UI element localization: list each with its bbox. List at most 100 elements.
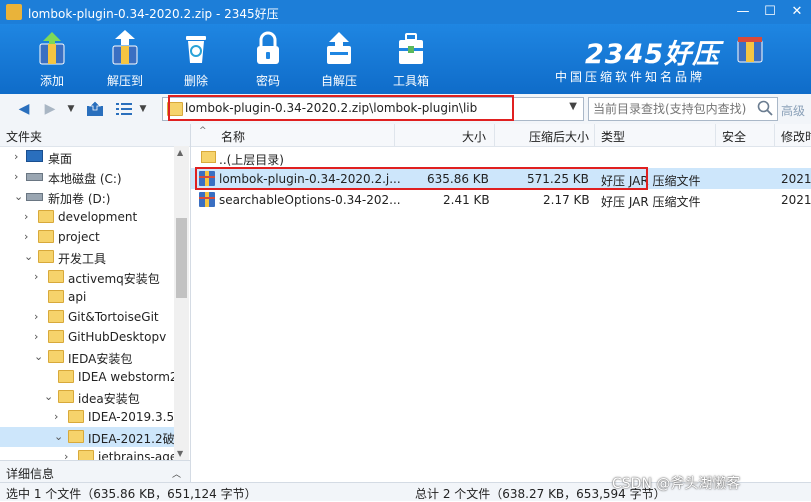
column-type[interactable]: 类型 [595,124,716,146]
folder-tree-header: 文件夹 [0,124,190,147]
scroll-up-icon[interactable]: ▲ [177,148,183,157]
folder-icon [38,250,54,263]
desktop-icon [26,150,43,162]
lock-icon [257,31,279,64]
tree-item-drive-d[interactable]: ⌄ 新加卷 (D:) [0,187,174,207]
close-button[interactable]: ✕ [783,2,811,22]
expand-arrow-icon[interactable]: › [54,410,58,423]
folder-icon [167,102,183,116]
column-packed-size[interactable]: 压缩后大小 [495,124,595,146]
folder-tree-pane: 文件夹 › 桌面 › 本地磁盘 (C:) ⌄ 新加卷 (D:) › develo… [0,124,191,460]
tree-item-dev-tools[interactable]: ⌄ 开发工具 [0,247,174,267]
file-row-parent[interactable]: ..(上层目录) [191,147,811,168]
expand-arrow-icon[interactable]: › [24,230,28,243]
brand-slogan: 中国压缩软件知名品牌 [555,70,706,84]
tree-item-api[interactable]: api [0,287,174,307]
tree-item-idea-2019[interactable]: › IDEA-2019.3.5i [0,407,177,427]
folder-icon [38,230,54,243]
collapse-arrow-icon[interactable]: ⌄ [54,430,63,443]
expand-arrow-icon[interactable]: › [34,330,38,343]
tree-item-jetbrains-agent[interactable]: › jetbrains-age [0,447,177,460]
expand-arrow-icon[interactable]: › [34,310,38,323]
folder-icon [48,330,64,343]
collapse-arrow-icon[interactable]: ⌄ [14,190,23,203]
tree-item-activemq[interactable]: › activemq安装包 [0,267,174,287]
chevron-up-icon[interactable]: ︿ [172,467,181,480]
tree-item-desktop[interactable]: › 桌面 [0,147,174,167]
brand-box-icon [737,37,763,63]
folder-icon [48,270,64,283]
folder-icon [58,370,74,383]
folder-icon [58,390,74,403]
expand-arrow-icon[interactable]: › [14,170,18,183]
self-extract-icon [327,32,351,64]
address-bar: ◀ ▶ ▼ ▼ lombok-plugin-0.34-2020.2.zip\lo… [0,94,811,125]
collapse-arrow-icon[interactable]: ⌄ [44,390,53,403]
folder-icon [38,210,54,223]
expand-arrow-icon[interactable]: › [14,150,18,163]
history-dropdown-icon[interactable]: ▼ [64,98,78,120]
tree-item-ieda[interactable]: ⌄ IEDA安装包 [0,347,174,367]
forward-arrow-icon[interactable]: ▶ [40,98,60,120]
scroll-down-icon[interactable]: ▼ [177,449,183,458]
collapse-arrow-icon[interactable]: ⌄ [24,250,33,263]
folder-icon [48,290,64,303]
column-security[interactable]: 安全 [716,124,775,146]
expand-arrow-icon[interactable]: › [64,450,68,460]
extract-icon [112,30,138,65]
advanced-search-link[interactable]: 高级 [781,102,805,119]
column-modified[interactable]: 修改时 [775,124,811,146]
search-box[interactable] [588,97,778,121]
jar-archive-icon [199,192,215,207]
maximize-button[interactable]: ☐ [756,2,784,22]
tree-item-githubdesktop[interactable]: › GitHubDesktopv [0,327,174,347]
tree-scrollbar[interactable]: ▲ ▼ [174,146,189,460]
tree-item-drive-c[interactable]: › 本地磁盘 (C:) [0,167,174,187]
up-folder-icon[interactable] [86,101,104,117]
tree-item-git[interactable]: › Git&TortoiseGit [0,307,174,327]
brand-area: 2345好压 中国压缩软件知名品牌 [555,32,785,90]
toolbox-icon [399,33,423,64]
folder-icon [48,350,64,363]
file-row-searchable[interactable]: searchableOptions-0.34-202... 2.41 KB 2.… [191,189,811,210]
search-icon[interactable] [757,100,773,116]
scrollbar-thumb[interactable] [176,218,187,298]
collapse-arrow-icon[interactable]: ⌄ [34,350,43,363]
column-size[interactable]: 大小 [395,124,495,146]
address-path: lombok-plugin-0.34-2020.2.zip\lombok-plu… [185,101,478,115]
sort-up-icon: ^ [199,126,207,136]
extract-to-button[interactable]: 解压到 [93,28,157,90]
delete-button[interactable]: 删除 [164,28,228,90]
trash-icon [186,36,206,63]
view-list-icon[interactable] [116,102,132,116]
column-name[interactable]: ^ 名称 [191,124,395,146]
tree-item-idea-webstorm[interactable]: IDEA webstorm2 [0,367,178,387]
status-selected: 选中 1 个文件（635.86 KB，651,124 字节） [6,487,257,501]
back-arrow-icon[interactable]: ◀ [14,98,34,120]
expand-arrow-icon[interactable]: › [34,270,38,283]
watermark: CSDN @斧头湖懒客 [612,476,741,492]
address-dropdown-icon[interactable]: ▼ [569,101,577,112]
tree-item-project[interactable]: › project [0,227,174,247]
search-input[interactable] [591,100,755,118]
self-extract-button[interactable]: 自解压 [307,28,371,90]
minimize-button[interactable]: — [729,2,757,22]
address-field[interactable]: lombok-plugin-0.34-2020.2.zip\lombok-plu… [162,97,584,121]
drive-icon [26,193,43,201]
view-dropdown-icon[interactable]: ▼ [136,98,150,120]
add-archive-icon [39,32,65,65]
folder-icon [68,430,84,443]
toolbox-button[interactable]: 工具箱 [379,28,443,90]
tree-item-idea-packages[interactable]: ⌄ idea安装包 [0,387,174,407]
folder-icon [78,450,94,460]
password-button[interactable]: 密码 [236,28,300,90]
file-row-lombok[interactable]: lombok-plugin-0.34-2020.2.j... 635.86 KB… [191,168,811,189]
file-list-pane: ^ 名称 大小 压缩后大小 类型 安全 修改时 ..(上层目录) lombok-… [191,124,811,482]
file-list-header: ^ 名称 大小 压缩后大小 类型 安全 修改时 [191,124,811,147]
tree-item-development[interactable]: › development [0,207,174,227]
expand-arrow-icon[interactable]: › [24,210,28,223]
window-title: lombok-plugin-0.34-2020.2.zip - 2345好压 [28,7,279,21]
add-button[interactable]: 添加 [20,28,84,90]
tree-item-idea-2021[interactable]: ⌄ IDEA-2021.2破 [0,427,175,447]
details-panel-header[interactable]: 详细信息 ︿ [0,460,191,483]
